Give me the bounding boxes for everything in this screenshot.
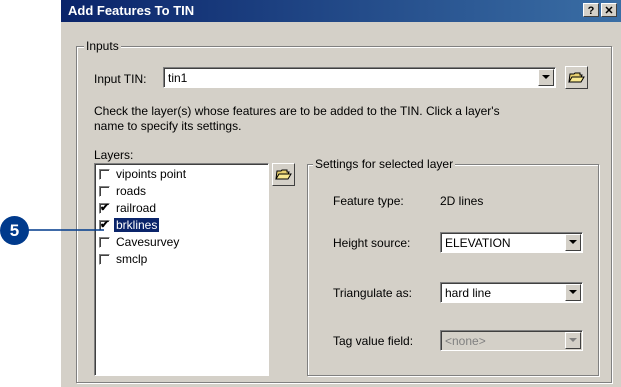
- step-callout-badge: 5: [0, 216, 29, 245]
- callout-leader-line: [28, 229, 104, 231]
